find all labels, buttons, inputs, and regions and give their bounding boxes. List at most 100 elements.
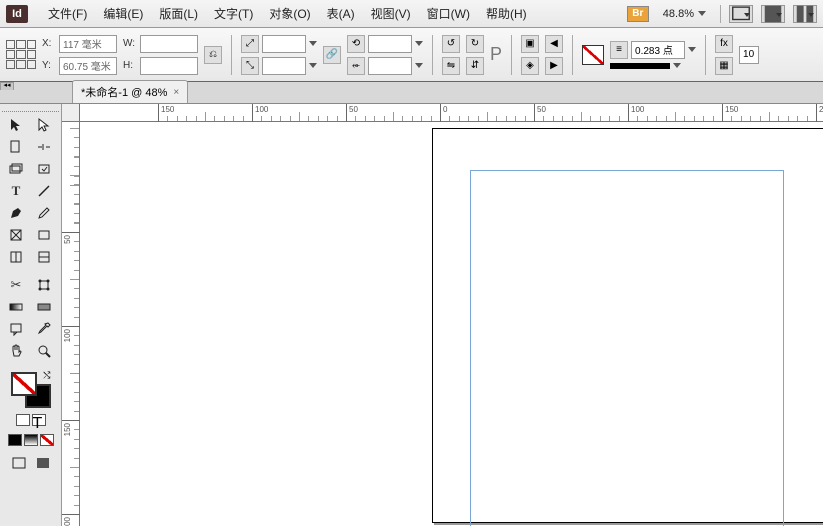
canvas-area[interactable]: 15010050050100150200 50100150200 [62, 104, 823, 526]
formatting-container-icon[interactable] [16, 414, 30, 426]
zoom-tool[interactable] [30, 340, 58, 362]
w-input[interactable] [140, 35, 198, 53]
scissors-tool[interactable]: ✂ [2, 274, 30, 296]
menu-help[interactable]: 帮助(H) [478, 1, 535, 26]
rotation-input[interactable] [368, 35, 412, 53]
normal-view-icon[interactable] [8, 454, 30, 472]
rectangle-frame-tool[interactable] [2, 224, 30, 246]
menu-layout[interactable]: 版面(L) [151, 1, 206, 26]
opacity-icon[interactable]: ▦ [715, 57, 733, 75]
rotate-cw-icon[interactable]: ↻ [466, 35, 484, 53]
flip-v-icon[interactable]: ⇵ [466, 57, 484, 75]
link-icon[interactable]: 🔗 [323, 46, 341, 64]
menu-edit[interactable]: 编辑(E) [95, 1, 151, 26]
flip-h-icon[interactable]: ⇋ [442, 57, 460, 75]
preview-view-icon[interactable] [32, 454, 54, 472]
gradient-swatch-tool[interactable] [2, 296, 30, 318]
selection-tool[interactable] [2, 114, 30, 136]
fill-swatch[interactable] [582, 45, 604, 65]
line-tool[interactable] [30, 180, 58, 202]
ruler-origin[interactable] [62, 104, 80, 122]
y-label: Y: [42, 60, 56, 71]
select-next-icon[interactable]: ▶ [545, 57, 563, 75]
chevron-down-icon[interactable] [688, 47, 696, 52]
pen-tool[interactable] [2, 202, 30, 224]
close-icon[interactable]: × [173, 87, 179, 98]
formatting-text-icon[interactable]: T [32, 414, 46, 426]
gap-tool[interactable] [30, 136, 58, 158]
horizontal-ruler[interactable]: 15010050050100150200 [80, 104, 823, 122]
h-input[interactable] [140, 57, 198, 75]
page-tool[interactable] [2, 136, 30, 158]
table-col-tool[interactable] [2, 246, 30, 268]
x-label: X: [42, 38, 56, 49]
select-content-icon[interactable]: ◈ [521, 57, 539, 75]
chevron-down-icon[interactable] [673, 63, 681, 68]
fill-swatch-front[interactable] [11, 372, 37, 396]
scale-x-icon: ⤢ [241, 35, 259, 53]
rotate-ccw-icon[interactable]: ↺ [442, 35, 460, 53]
select-container-icon[interactable]: ▣ [521, 35, 539, 53]
document-tab-title: *未命名-1 @ 48% [81, 84, 167, 100]
hand-tool[interactable] [2, 340, 30, 362]
note-tool[interactable] [2, 318, 30, 340]
p-indicator: P [490, 44, 502, 65]
scale-y-input[interactable] [262, 57, 306, 75]
reference-point-grid[interactable] [6, 40, 36, 70]
text-frame[interactable] [470, 170, 784, 526]
chevron-down-icon [698, 11, 706, 16]
menu-text[interactable]: 文字(T) [206, 1, 261, 26]
apply-gradient-icon[interactable] [24, 434, 38, 446]
opacity-input[interactable] [739, 46, 759, 64]
content-collector-tool[interactable] [2, 158, 30, 180]
content-placer-tool[interactable] [30, 158, 58, 180]
chevron-down-icon[interactable] [309, 41, 317, 46]
app-logo: Id [6, 5, 28, 23]
pencil-tool[interactable] [30, 202, 58, 224]
scale-y-icon: ⤡ [241, 57, 259, 75]
free-transform-tool[interactable] [30, 274, 58, 296]
pasteboard[interactable] [80, 122, 823, 526]
apply-none-icon[interactable] [40, 434, 54, 446]
swap-fill-stroke-icon[interactable]: ⤭ [43, 370, 50, 381]
control-bar: X: Y: W: H: ⎌ ⤢ ⤡ 🔗 ⟲ [0, 28, 823, 82]
fill-stroke-swatches[interactable]: ⤭ [11, 372, 51, 408]
main-menubar: Id 文件(F) 编辑(E) 版面(L) 文字(T) 对象(O) 表(A) 视图… [0, 0, 823, 28]
constrain-proportions-icon[interactable]: ⎌ [204, 46, 222, 64]
bridge-button[interactable]: Br [627, 6, 649, 22]
workspace-dropdown[interactable] [793, 5, 817, 23]
document-tab[interactable]: *未命名-1 @ 48% × [72, 80, 188, 103]
menu-view[interactable]: 视图(V) [363, 1, 419, 26]
rectangle-tool[interactable] [30, 224, 58, 246]
panel-collapse-handle[interactable]: ◂◂ [0, 82, 14, 90]
shear-icon: ⬰ [347, 57, 365, 75]
type-tool[interactable]: T [2, 180, 30, 202]
zoom-level-dropdown[interactable]: 48.8% [657, 6, 712, 22]
menu-table[interactable]: 表(A) [319, 1, 363, 26]
stroke-weight-input[interactable] [631, 41, 685, 59]
eyedropper-tool[interactable] [30, 318, 58, 340]
chevron-down-icon[interactable] [415, 63, 423, 68]
stroke-weight-icon: ≡ [610, 41, 628, 59]
effects-icon[interactable]: fx [715, 35, 733, 53]
menu-file[interactable]: 文件(F) [40, 1, 95, 26]
apply-color-icon[interactable] [8, 434, 22, 446]
w-label: W: [123, 38, 137, 49]
chevron-down-icon[interactable] [415, 41, 423, 46]
select-prev-icon[interactable]: ◀ [545, 35, 563, 53]
toolbox-grip[interactable] [2, 106, 59, 112]
stroke-style-dropdown[interactable] [610, 63, 670, 69]
x-input[interactable] [59, 35, 117, 53]
screen-mode-dropdown[interactable] [729, 5, 753, 23]
vertical-ruler[interactable]: 50100150200 [62, 122, 80, 526]
y-input[interactable] [59, 57, 117, 75]
direct-selection-tool[interactable] [30, 114, 58, 136]
arrange-dropdown[interactable] [761, 5, 785, 23]
menu-object[interactable]: 对象(O) [261, 1, 318, 26]
table-row-tool[interactable] [30, 246, 58, 268]
shear-input[interactable] [368, 57, 412, 75]
menu-window[interactable]: 窗口(W) [419, 1, 478, 26]
chevron-down-icon[interactable] [309, 63, 317, 68]
scale-x-input[interactable] [262, 35, 306, 53]
gradient-feather-tool[interactable] [30, 296, 58, 318]
